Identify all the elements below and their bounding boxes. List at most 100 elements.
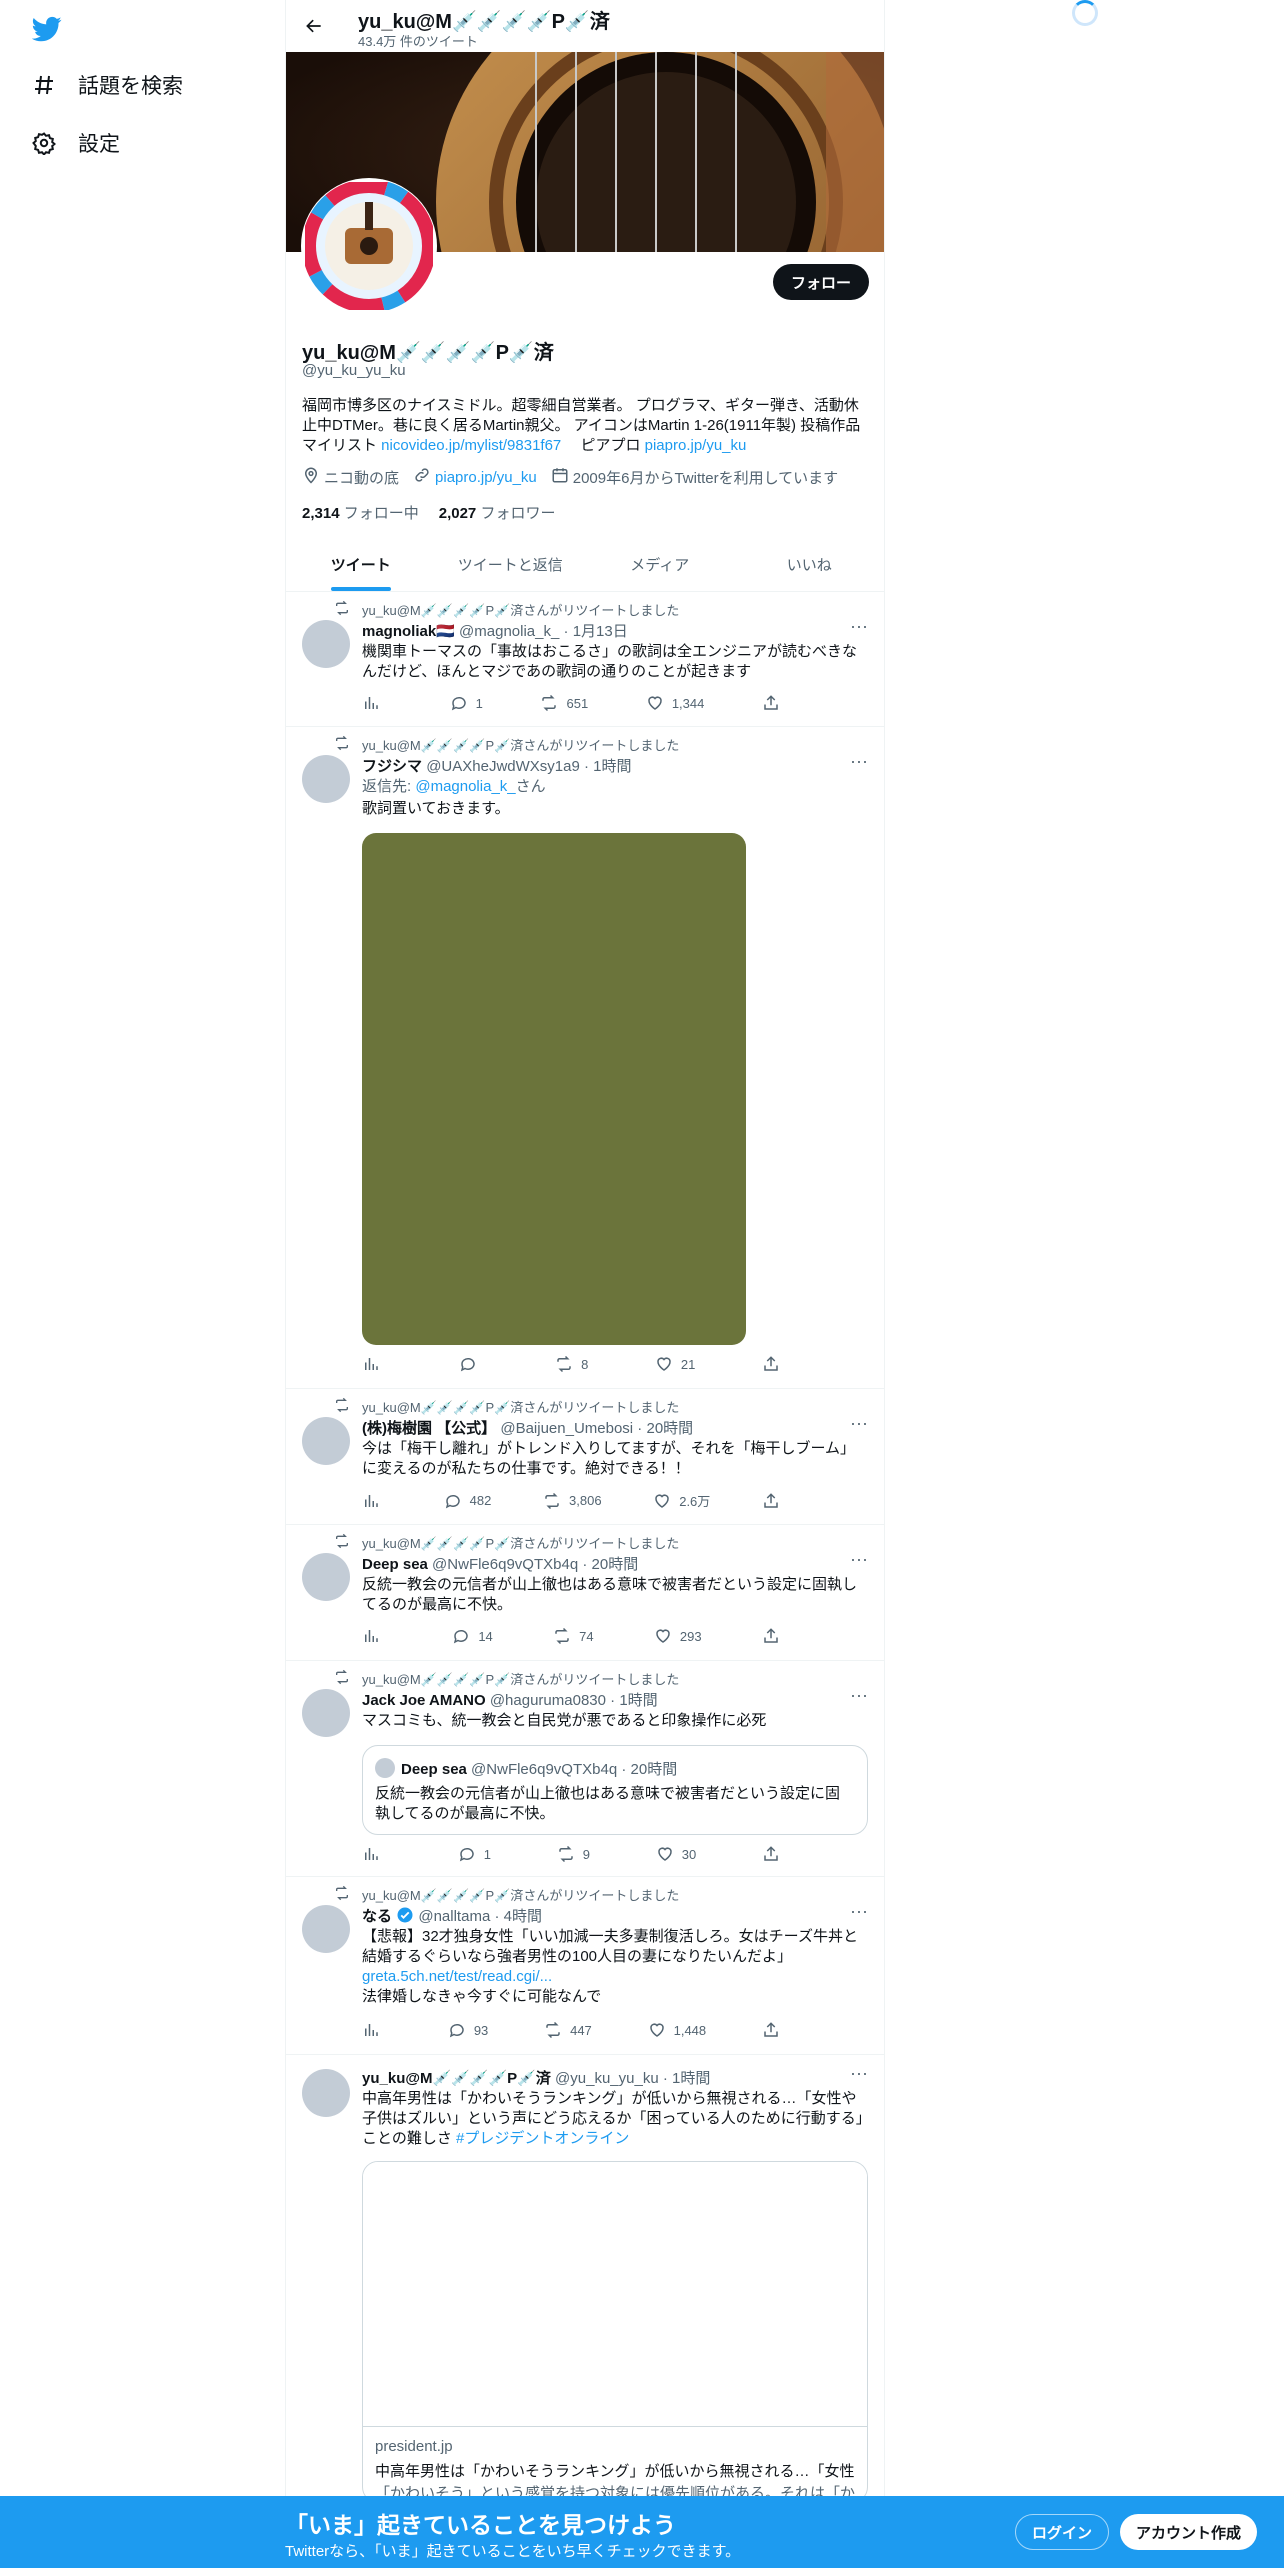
retweet-button[interactable]: 9 — [557, 1845, 590, 1863]
tweet-author-handle[interactable]: @haguruma0830 — [490, 1692, 606, 1709]
retweet-indicator: yu_ku@M💉💉💉💉P💉済さんがリツイートしました — [334, 1885, 679, 1904]
tweet-author-name[interactable]: フジシマ — [362, 758, 422, 775]
like-button[interactable]: 30 — [656, 1845, 696, 1863]
avatar[interactable] — [302, 620, 350, 668]
share-button[interactable] — [762, 1491, 792, 1510]
more-options-icon[interactable]: ··· — [850, 616, 868, 637]
tweet-time[interactable]: 1時間 — [619, 1692, 657, 1709]
tweet-author-handle[interactable]: @magnolia_k_ — [459, 623, 559, 640]
nav-explore[interactable]: 話題を検索 — [30, 70, 183, 100]
following-count: 2,314 — [302, 505, 340, 522]
signup-button[interactable]: アカウント作成 — [1120, 2514, 1258, 2550]
more-options-icon[interactable]: ··· — [850, 1685, 868, 1706]
tweet-item[interactable]: yu_ku@M💉💉💉💉P💉済 @yu_ku_yu_ku · 1時間 ··· 中高… — [286, 2055, 884, 2503]
bio-link-piapro[interactable]: piapro.jp/yu_ku — [645, 437, 747, 454]
tweet-author-handle[interactable]: @nalltama — [418, 1908, 490, 1925]
twitter-logo-icon[interactable] — [31, 14, 64, 42]
tweet-author-handle[interactable]: @Baijuen_Umebosi — [500, 1420, 633, 1437]
analytics-button[interactable] — [362, 2021, 392, 2039]
avatar[interactable] — [302, 755, 350, 803]
analytics-button[interactable] — [362, 1845, 392, 1863]
tweet-author-handle[interactable]: @NwFle6q9vQTXb4q — [432, 1556, 578, 1573]
back-arrow-icon[interactable] — [300, 12, 328, 40]
reply-button[interactable]: 14 — [452, 1627, 493, 1645]
share-button[interactable] — [762, 1355, 792, 1373]
profile-avatar[interactable] — [301, 178, 437, 314]
more-options-icon[interactable]: ··· — [850, 1901, 868, 1922]
tweet-time[interactable]: 20時間 — [646, 1420, 693, 1437]
reply-button[interactable]: 1 — [450, 694, 483, 712]
tweet-time[interactable]: 1時間 — [593, 758, 631, 775]
like-button[interactable]: 1,448 — [648, 2021, 706, 2039]
hashtag-link[interactable]: #プレジデントオンライン — [456, 2130, 629, 2147]
like-button[interactable]: 21 — [655, 1355, 695, 1373]
avatar[interactable] — [302, 1905, 350, 1953]
profile-handle: @yu_ku_yu_ku — [302, 362, 406, 379]
tweet-author-name[interactable]: Deep sea — [362, 1556, 428, 1573]
nav-settings[interactable]: 設定 — [30, 128, 120, 158]
bio-link-nicovideo[interactable]: nicovideo.jp/mylist/9831f67 — [381, 437, 561, 454]
reply-button[interactable]: 482 — [444, 1491, 491, 1510]
follow-button[interactable]: フォロー — [772, 264, 869, 300]
tweet-time[interactable]: 1時間 — [672, 2070, 710, 2087]
tweet-author-handle[interactable]: @UAXheJwdWXsy1a9 — [426, 758, 580, 775]
tweet-author-name[interactable]: (株)梅樹園 【公式】 — [362, 1420, 496, 1437]
reply-button[interactable]: 1 — [458, 1845, 491, 1863]
link-card[interactable]: president.jp 中高年男性は「かわいそうランキング」が低いから無視され… — [362, 2161, 868, 2503]
share-button[interactable] — [762, 1845, 792, 1863]
login-button[interactable]: ログイン — [1015, 2514, 1110, 2550]
tweet-item[interactable]: yu_ku@M💉💉💉💉P💉済さんがリツイートしました フジシマ @UAXheJw… — [286, 727, 884, 1389]
tweet-author-name[interactable]: なる — [362, 1908, 392, 1925]
analytics-button[interactable] — [362, 1355, 392, 1373]
like-button[interactable]: 293 — [654, 1627, 702, 1645]
retweet-icon — [545, 1492, 559, 1509]
more-options-icon[interactable]: ··· — [850, 2063, 868, 2084]
tab-likes[interactable]: いいね — [735, 538, 885, 591]
followers-link[interactable]: 2,027 フォロワー — [439, 502, 556, 523]
retweet-button[interactable]: 651 — [540, 694, 588, 712]
retweet-button[interactable]: 447 — [544, 2021, 592, 2039]
tweet-time[interactable]: 20時間 — [592, 1556, 639, 1573]
share-button[interactable] — [762, 2021, 792, 2039]
avatar[interactable] — [302, 1553, 350, 1601]
quoted-tweet[interactable]: Deep sea @NwFle6q9vQTXb4q · 20時間 反統一教会の元… — [362, 1745, 868, 1835]
retweet-button[interactable]: 8 — [555, 1355, 588, 1373]
tweet-author-name[interactable]: magnoliak🇳🇱 — [362, 623, 455, 640]
reply-button[interactable]: 93 — [448, 2021, 488, 2039]
like-button[interactable]: 1,344 — [646, 694, 704, 712]
following-link[interactable]: 2,314 フォロー中 — [302, 502, 419, 523]
more-options-icon[interactable]: ··· — [850, 751, 868, 772]
tab-tweets-and-replies[interactable]: ツイートと返信 — [436, 538, 586, 591]
tweet-item[interactable]: yu_ku@M💉💉💉💉P💉済さんがリツイートしました magnoliak🇳🇱 @… — [286, 592, 884, 727]
reply-to-link[interactable]: @magnolia_k_ — [415, 778, 515, 795]
tweet-author-name[interactable]: Jack Joe AMANO — [362, 1692, 486, 1709]
tweet-item[interactable]: yu_ku@M💉💉💉💉P💉済さんがリツイートしました なる @nalltama … — [286, 1877, 884, 2055]
tweet-time[interactable]: 4時間 — [504, 1908, 542, 1925]
avatar[interactable] — [302, 1689, 350, 1737]
tweet-link[interactable]: greta.5ch.net/test/read.cgi/... — [362, 1968, 552, 1985]
tab-tweets[interactable]: ツイート — [286, 538, 436, 591]
tweet-item[interactable]: yu_ku@M💉💉💉💉P💉済さんがリツイートしました (株)梅樹園 【公式】 @… — [286, 1389, 884, 1525]
more-options-icon[interactable]: ··· — [850, 1549, 868, 1570]
analytics-button[interactable] — [362, 694, 392, 712]
tweet-item[interactable]: yu_ku@M💉💉💉💉P💉済さんがリツイートしました Deep sea @NwF… — [286, 1525, 884, 1661]
tweet-item[interactable]: yu_ku@M💉💉💉💉P💉済さんがリツイートしました Jack Joe AMAN… — [286, 1661, 884, 1877]
avatar[interactable] — [302, 2069, 350, 2117]
tweet-media-image[interactable] — [362, 833, 746, 1345]
share-button[interactable] — [762, 1627, 792, 1645]
retweet-button[interactable]: 3,806 — [543, 1491, 602, 1510]
more-options-icon[interactable]: ··· — [850, 1413, 868, 1434]
retweet-button[interactable]: 74 — [553, 1627, 594, 1645]
reply-button[interactable] — [459, 1355, 489, 1373]
tweet-author-handle[interactable]: @yu_ku_yu_ku — [555, 2070, 659, 2087]
website-link[interactable]: piapro.jp/yu_ku — [435, 469, 537, 486]
analytics-button[interactable] — [362, 1491, 392, 1510]
like-button[interactable]: 2.6万 — [653, 1491, 710, 1510]
avatar[interactable] — [302, 1417, 350, 1465]
tweet-time[interactable]: 1月13日 — [573, 623, 628, 640]
tab-media[interactable]: メディア — [585, 538, 735, 591]
link-card-domain: president.jp — [375, 2438, 453, 2455]
share-button[interactable] — [762, 694, 792, 712]
analytics-button[interactable] — [362, 1627, 392, 1645]
tweet-author-name[interactable]: yu_ku@M💉💉💉💉P💉済 — [362, 2070, 551, 2087]
